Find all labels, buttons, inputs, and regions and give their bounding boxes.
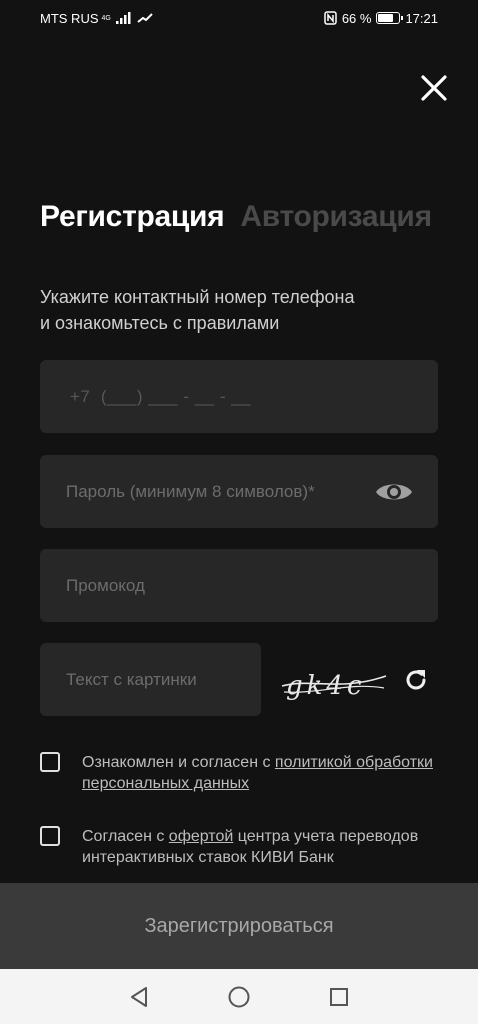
recents-icon[interactable]	[328, 986, 350, 1008]
privacy-agreement-row: Ознакомлен и согласен с политикой обрабо…	[40, 752, 460, 794]
promo-input[interactable]	[64, 574, 414, 597]
instruction-line-1: Укажите контактный номер телефона	[40, 287, 355, 307]
privacy-prefix: Ознакомлен и согласен с	[82, 754, 275, 771]
captcha-text: gk4c	[286, 671, 366, 701]
captcha-input[interactable]	[64, 668, 237, 691]
phone-input[interactable]	[68, 385, 414, 408]
password-input[interactable]	[64, 480, 374, 503]
refresh-icon[interactable]	[402, 666, 430, 694]
clock: 17:21	[405, 10, 438, 26]
tab-registration[interactable]: Регистрация	[40, 200, 225, 234]
offer-agreement-text: Согласен с офертой центра учета переводо…	[82, 826, 460, 868]
password-field-container	[40, 455, 438, 528]
nfc-icon	[324, 11, 337, 25]
offer-link[interactable]: офертой	[169, 828, 234, 845]
auth-tabs: Регистрация Авторизация	[40, 200, 432, 234]
status-bar: MTS RUS 4G 66 % 17:21	[0, 0, 478, 36]
offer-prefix: Согласен с	[82, 828, 169, 845]
offer-checkbox[interactable]	[40, 826, 60, 846]
network-type: 4G	[101, 14, 111, 22]
battery-percent: 66 %	[341, 10, 372, 26]
eye-icon[interactable]	[374, 478, 414, 506]
privacy-checkbox[interactable]	[40, 752, 60, 772]
phone-field-container	[40, 360, 438, 433]
home-icon[interactable]	[227, 985, 251, 1009]
signal-icon	[115, 12, 131, 24]
battery-icon	[376, 12, 404, 24]
promo-field-container	[40, 549, 438, 622]
carrier-name: MTS RUS	[40, 10, 99, 26]
privacy-agreement-text: Ознакомлен и согласен с политикой обрабо…	[82, 752, 460, 794]
register-button[interactable]: Зарегистрироваться	[0, 883, 478, 969]
captcha-field-container	[40, 643, 261, 716]
back-icon[interactable]	[128, 986, 150, 1008]
tab-authorization[interactable]: Авторизация	[240, 200, 432, 234]
instruction-text: Укажите контактный номер телефона и озна…	[40, 284, 440, 336]
status-left: MTS RUS 4G	[40, 11, 153, 26]
navigation-bar	[0, 969, 478, 1024]
captcha-image: gk4c	[281, 671, 387, 701]
offer-agreement-row: Согласен с офертой центра учета переводо…	[40, 826, 460, 868]
instruction-line-2: и ознакомьтесь с правилами	[40, 313, 280, 333]
close-icon[interactable]	[418, 72, 450, 104]
activity-icon	[137, 13, 153, 23]
status-right: 66 % 17:21	[324, 11, 438, 26]
